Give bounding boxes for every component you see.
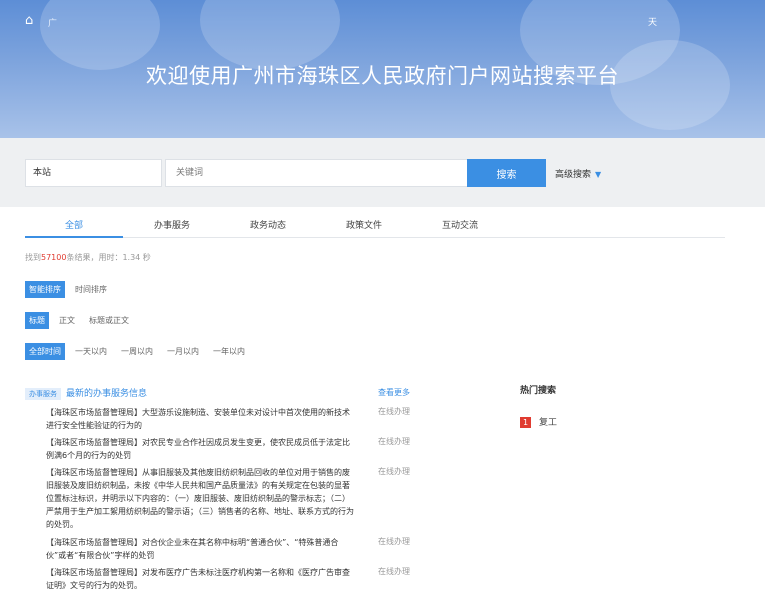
hot-search-label: 复工	[539, 418, 558, 428]
result-count: 57100	[41, 253, 67, 262]
sort-time[interactable]: 时间排序	[71, 281, 111, 298]
search-bar: 本站 搜索 高级搜索▼	[0, 138, 765, 207]
time-year[interactable]: 一年以内	[209, 343, 249, 360]
sort-filter: 智能排序 时间排序	[25, 281, 117, 298]
top-nav-text[interactable]: 广	[48, 16, 57, 29]
result-item[interactable]: 【海珠区市场监督管理局】对发布医疗广告未标注医疗机构第一名称和《医疗广告审查证明…	[46, 566, 356, 592]
view-more-link[interactable]: 查看更多	[378, 387, 410, 398]
tab-interaction[interactable]: 互动交流	[411, 218, 509, 231]
online-handle-link[interactable]: 在线办理	[378, 566, 410, 577]
result-item[interactable]: 【海珠区市场监督管理局】对合伙企业未在其名称中标明“普通合伙”、“特殊普通合伙”…	[46, 536, 356, 562]
online-handle-link[interactable]: 在线办理	[378, 466, 410, 477]
online-handle-link[interactable]: 在线办理	[378, 536, 410, 547]
tab-services[interactable]: 办事服务	[123, 218, 221, 231]
time-week[interactable]: 一周以内	[117, 343, 157, 360]
tab-all[interactable]: 全部	[25, 218, 123, 238]
result-item[interactable]: 【海珠区市场监督管理局】从事旧服装及其他废旧纺织制品回收的单位对用于销售的废旧服…	[46, 466, 356, 531]
sort-smart[interactable]: 智能排序	[25, 281, 65, 298]
stats-prefix: 找到	[25, 253, 41, 262]
result-stats: 找到57100条结果，用时：1.34 秒	[25, 252, 151, 263]
hot-search-title: 热门搜索	[520, 386, 557, 396]
tab-policy[interactable]: 政策文件	[315, 218, 413, 231]
advanced-search-label: 高级搜索	[555, 170, 592, 180]
hot-search-item[interactable]: 1 复工	[520, 415, 557, 428]
time-filter: 全部时间 一天以内 一周以内 一月以内 一年以内	[25, 343, 255, 360]
result-item[interactable]: 【海珠区市场监督管理局】大型游乐设施制造、安装单位未对设计中首次使用的新技术进行…	[46, 406, 356, 432]
section-title[interactable]: 最新的办事服务信息	[66, 389, 147, 399]
result-item[interactable]: 【海珠区市场监督管理局】对农民专业合作社因成员发生变更，使农民成员低于法定比例满…	[46, 436, 356, 462]
time-month[interactable]: 一月以内	[163, 343, 203, 360]
search-button[interactable]: 搜索	[467, 159, 546, 187]
stats-suffix: 条结果，用时：1.34 秒	[66, 253, 151, 262]
time-all[interactable]: 全部时间	[25, 343, 65, 360]
search-input[interactable]	[165, 159, 468, 187]
top-right-text: 天	[648, 18, 658, 28]
online-handle-link[interactable]: 在线办理	[378, 406, 410, 417]
field-filter: 标题 正文 标题或正文	[25, 312, 139, 329]
advanced-search-link[interactable]: 高级搜索 ▼	[555, 167, 601, 180]
home-icon[interactable]: ⌂	[25, 13, 33, 28]
field-body[interactable]: 正文	[55, 312, 79, 329]
caret-down-icon: ▼	[595, 170, 602, 179]
field-title-or-body[interactable]: 标题或正文	[85, 312, 133, 329]
field-title[interactable]: 标题	[25, 312, 49, 329]
page-title: 欢迎使用广州市海珠区人民政府门户网站搜索平台	[146, 64, 619, 88]
online-handle-link[interactable]: 在线办理	[378, 436, 410, 447]
section-header: 办事服务 最新的办事服务信息	[25, 386, 147, 400]
section-tag: 办事服务	[25, 388, 61, 400]
header-banner: ⌂ 广 天 欢迎使用广州市海珠区人民政府门户网站搜索平台	[0, 0, 765, 138]
time-day[interactable]: 一天以内	[71, 343, 111, 360]
tab-news[interactable]: 政务动态	[219, 218, 317, 231]
rank-badge: 1	[520, 417, 531, 428]
search-scope-select[interactable]: 本站	[25, 159, 162, 187]
category-tabs: 全部 办事服务 政务动态 政策文件 互动交流	[25, 214, 725, 238]
